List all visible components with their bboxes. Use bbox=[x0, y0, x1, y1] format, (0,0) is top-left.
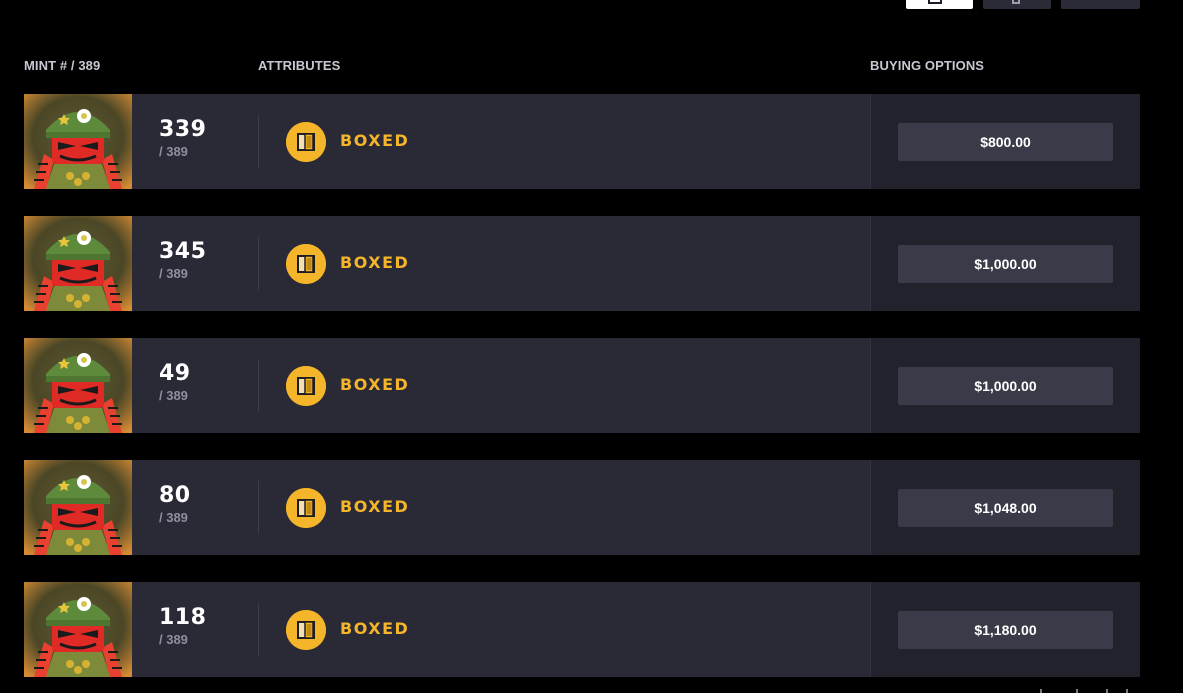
marketplace-listings-page: MINT # / 389 ATTRIBUTES BUYING OPTIONS 3… bbox=[0, 0, 1183, 693]
attributes-column-header: ATTRIBUTES bbox=[258, 58, 341, 73]
column-divider bbox=[258, 237, 259, 290]
box-icon bbox=[286, 122, 326, 162]
filter-button[interactable] bbox=[1061, 0, 1140, 9]
mint-total: / 389 bbox=[159, 510, 188, 525]
mint-number: 345 bbox=[159, 239, 207, 264]
attribute-label: BOXED bbox=[340, 619, 410, 638]
mint-number: 49 bbox=[159, 361, 191, 386]
box-icon bbox=[286, 488, 326, 528]
listing-row[interactable]: 118 / 389 BOXED $1,180.00 bbox=[24, 582, 1140, 677]
attribute-label: BOXED bbox=[340, 131, 410, 150]
buy-price-button[interactable]: $800.00 bbox=[898, 123, 1113, 161]
listing-row[interactable]: 339 / 389 BOXED $800.00 bbox=[24, 94, 1140, 189]
mint-column-header: MINT # / 389 bbox=[24, 58, 101, 73]
box-icon bbox=[286, 610, 326, 650]
mint-total: / 389 bbox=[159, 144, 188, 159]
pagination-hint bbox=[1040, 689, 1140, 693]
buying-options-column-header: BUYING OPTIONS bbox=[870, 58, 985, 73]
buying-options-panel: $1,048.00 bbox=[870, 460, 1140, 555]
attribute-label: BOXED bbox=[340, 497, 410, 516]
column-divider bbox=[258, 603, 259, 656]
box-icon bbox=[286, 244, 326, 284]
mint-total: / 389 bbox=[159, 388, 188, 403]
buying-options-panel: $800.00 bbox=[870, 94, 1140, 189]
sort-button[interactable] bbox=[983, 0, 1051, 9]
buy-price-button[interactable]: $1,048.00 bbox=[898, 489, 1113, 527]
buying-options-panel: $1,000.00 bbox=[870, 338, 1140, 433]
collectible-thumbnail[interactable] bbox=[24, 460, 132, 555]
mint-total: / 389 bbox=[159, 266, 188, 281]
listing-row[interactable]: 345 / 389 BOXED $1,000.00 bbox=[24, 216, 1140, 311]
buying-options-panel: $1,000.00 bbox=[870, 216, 1140, 311]
buying-options-panel: $1,180.00 bbox=[870, 582, 1140, 677]
collectible-thumbnail[interactable] bbox=[24, 94, 132, 189]
list-view-icon bbox=[928, 0, 942, 4]
buy-price-button[interactable]: $1,000.00 bbox=[898, 367, 1113, 405]
listing-row[interactable]: 80 / 389 BOXED $1,048.00 bbox=[24, 460, 1140, 555]
mint-number: 339 bbox=[159, 117, 207, 142]
column-divider bbox=[258, 359, 259, 412]
collectible-thumbnail[interactable] bbox=[24, 338, 132, 433]
buy-price-button[interactable]: $1,000.00 bbox=[898, 245, 1113, 283]
buy-price-button[interactable]: $1,180.00 bbox=[898, 611, 1113, 649]
listing-row[interactable]: 49 / 389 BOXED $1,000.00 bbox=[24, 338, 1140, 433]
mint-number: 118 bbox=[159, 605, 207, 630]
mint-total: / 389 bbox=[159, 632, 188, 647]
listing-table-header: MINT # / 389 ATTRIBUTES BUYING OPTIONS bbox=[0, 58, 1183, 76]
box-icon bbox=[286, 366, 326, 406]
mint-number: 80 bbox=[159, 483, 191, 508]
column-divider bbox=[258, 115, 259, 168]
column-divider bbox=[258, 481, 259, 534]
attribute-label: BOXED bbox=[340, 253, 410, 272]
attribute-label: BOXED bbox=[340, 375, 410, 394]
view-toggle-button-active[interactable] bbox=[906, 0, 973, 9]
collectible-thumbnail[interactable] bbox=[24, 216, 132, 311]
collectible-thumbnail[interactable] bbox=[24, 582, 132, 677]
sort-icon bbox=[1012, 0, 1020, 4]
